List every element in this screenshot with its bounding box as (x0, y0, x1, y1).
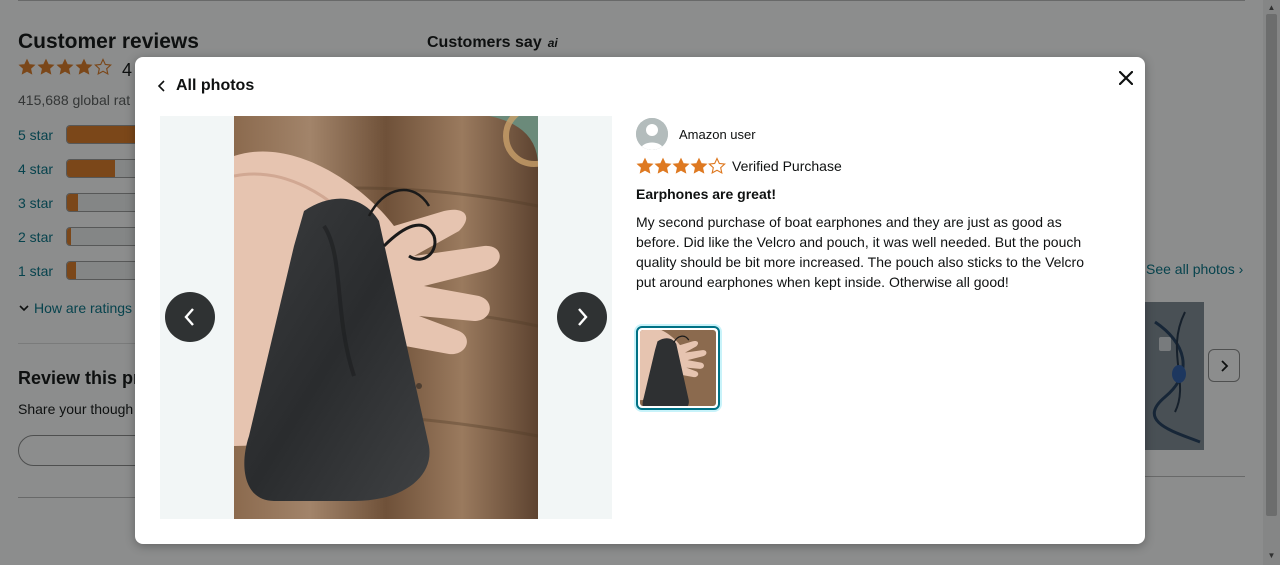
thumbnail-image (640, 330, 716, 406)
review-title: Earphones are great! (636, 186, 777, 202)
star-full-icon (690, 157, 708, 174)
chevron-left-icon (157, 80, 165, 92)
close-button[interactable] (1115, 67, 1137, 89)
review-photo-thumbnail[interactable] (636, 326, 720, 410)
all-photos-back-button[interactable]: All photos (157, 77, 254, 95)
all-photos-label[interactable]: All photos (176, 77, 254, 95)
next-photo-button[interactable] (557, 292, 607, 342)
star-full-icon (654, 157, 672, 174)
photo-viewer (160, 116, 612, 519)
photo-review-modal: All photos Amazon user Verified Purchase… (135, 57, 1145, 544)
star-empty-icon (708, 157, 726, 174)
reviewer-name[interactable]: Amazon user (679, 127, 756, 142)
close-icon (1119, 71, 1133, 85)
review-rating-row: Verified Purchase (636, 157, 842, 175)
star-full-icon (672, 157, 690, 174)
avatar[interactable] (636, 118, 668, 150)
reviewer-profile[interactable]: Amazon user (636, 118, 756, 150)
chevron-right-icon (578, 308, 588, 326)
review-star-rating[interactable] (636, 157, 726, 175)
user-avatar-icon (636, 118, 668, 150)
previous-photo-button[interactable] (165, 292, 215, 342)
star-full-icon (636, 157, 654, 174)
verified-purchase-badge: Verified Purchase (732, 158, 842, 174)
review-body: My second purchase of boat earphones and… (636, 214, 1084, 290)
pouch-photo (234, 116, 538, 519)
review-photo[interactable] (234, 116, 538, 519)
chevron-left-icon (184, 308, 194, 326)
pouch-thumbnail-photo (640, 330, 716, 406)
